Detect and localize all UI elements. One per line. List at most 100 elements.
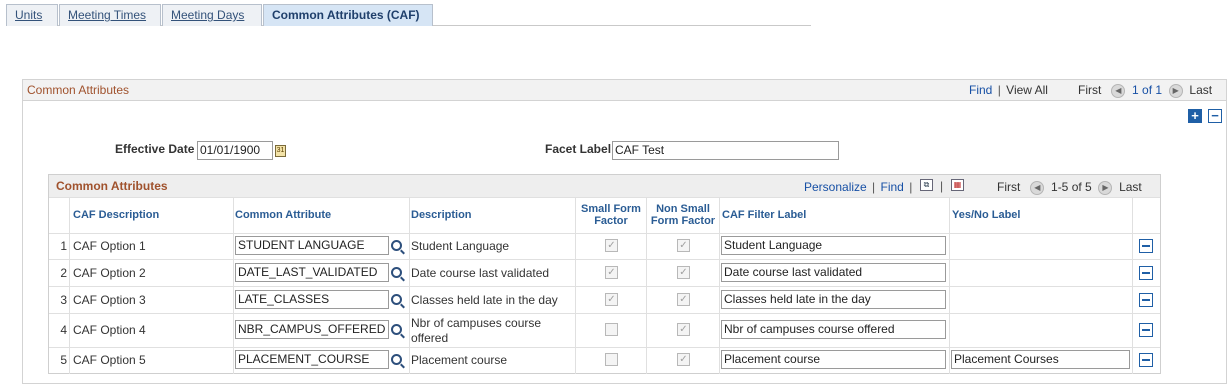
common-attribute-field[interactable]: NBR_CAMPUS_OFFERED xyxy=(235,320,389,339)
outer-view-all-link[interactable]: View All xyxy=(1006,83,1048,97)
non-small-form-factor-checkbox[interactable]: ✓ xyxy=(677,323,690,336)
grid-next-icon[interactable]: ▶ xyxy=(1098,180,1113,195)
small-form-factor-checkbox[interactable]: ✓ xyxy=(605,239,618,252)
non-small-form-factor-checkbox[interactable]: ✓ xyxy=(677,266,690,279)
tab-common-attributes[interactable]: Common Attributes (CAF) xyxy=(263,4,433,26)
col-header-caf-description: CAF Description xyxy=(73,209,160,221)
grid-line xyxy=(646,197,647,374)
grid-separator-1: | xyxy=(872,180,876,194)
grid-line xyxy=(719,197,720,374)
next-icon[interactable]: ▶ xyxy=(1168,83,1183,98)
small-form-factor-checkbox[interactable]: ✓ xyxy=(605,293,618,306)
small-form-factor-checkbox[interactable]: ✓ xyxy=(605,266,618,279)
grid-line xyxy=(49,286,1160,287)
outer-first-label: First xyxy=(1078,83,1102,97)
common-attribute-field[interactable]: DATE_LAST_VALIDATED xyxy=(235,263,389,282)
common-attribute-field[interactable]: LATE_CLASSES xyxy=(235,290,389,309)
delete-row-icon[interactable]: − xyxy=(1208,109,1222,123)
col-header-description: Description xyxy=(411,209,472,221)
caf-description-cell: CAF Option 4 xyxy=(73,323,146,337)
grid-line xyxy=(1132,197,1133,374)
effective-date-label: Effective Date xyxy=(115,142,195,156)
outer-range: 1 of 1 xyxy=(1132,83,1163,97)
facet-label-label: Facet Label xyxy=(545,142,612,156)
lookup-icon[interactable] xyxy=(391,354,402,365)
yes-no-label-field[interactable]: Placement Courses xyxy=(951,350,1130,369)
grid-first-label: First xyxy=(997,180,1021,194)
grid-previous-icon[interactable]: ◀ xyxy=(1030,180,1045,195)
grid-line xyxy=(49,313,1160,314)
grid-header: Common Attributes Personalize | Find | ⧉… xyxy=(49,175,1160,197)
common-attribute-field[interactable]: PLACEMENT_COURSE xyxy=(235,350,389,369)
effective-date-field[interactable]: 01/01/1900 xyxy=(197,141,273,160)
lookup-icon[interactable] xyxy=(391,267,402,278)
facet-label-field[interactable]: CAF Test xyxy=(612,141,839,160)
view-all-grid-icon[interactable]: ⧉ xyxy=(920,179,933,191)
personalize-link[interactable]: Personalize xyxy=(804,180,867,194)
outer-pager: First ◀ 1 of 1 ▶ Last xyxy=(1078,83,1212,98)
grid-last-label: Last xyxy=(1119,180,1142,194)
caf-filter-label-field[interactable]: Date course last validated xyxy=(721,263,946,282)
non-small-form-factor-checkbox[interactable]: ✓ xyxy=(677,353,690,366)
tab-meeting-times[interactable]: Meeting Times xyxy=(59,4,161,26)
add-row-icon[interactable]: + xyxy=(1188,109,1202,123)
row-number: 1 xyxy=(60,239,67,253)
grid-line xyxy=(69,197,70,374)
grid-line xyxy=(233,197,234,374)
grid-separator-2: | xyxy=(909,180,913,194)
calendar-icon[interactable]: 31 xyxy=(275,145,286,157)
grid-line xyxy=(49,259,1160,260)
tab-bar: Units Meeting Times Meeting Days Common … xyxy=(6,4,811,26)
description-cell-line-1: Nbr of campuses course xyxy=(411,316,542,330)
delete-row-icon[interactable] xyxy=(1139,323,1153,337)
grid-line xyxy=(575,197,576,374)
lookup-icon[interactable] xyxy=(391,294,402,305)
download-spreadsheet-icon[interactable]: ▦ xyxy=(951,179,964,191)
grid-line xyxy=(949,197,950,374)
grid-find-link[interactable]: Find xyxy=(881,180,904,194)
outer-nav: Find | View All xyxy=(969,83,1048,97)
col-header-common-attribute: Common Attribute xyxy=(235,209,332,221)
row-number: 2 xyxy=(60,266,67,280)
caf-filter-label-field[interactable]: Placement course xyxy=(721,350,946,369)
delete-row-icon[interactable] xyxy=(1139,353,1153,367)
description-cell: Student Language xyxy=(411,239,510,253)
previous-icon[interactable]: ◀ xyxy=(1111,83,1126,98)
non-small-form-factor-checkbox[interactable]: ✓ xyxy=(677,293,690,306)
caf-description-cell: CAF Option 1 xyxy=(73,239,146,253)
lookup-icon[interactable] xyxy=(391,240,402,251)
delete-row-icon[interactable] xyxy=(1139,239,1153,253)
row-number: 4 xyxy=(60,323,67,337)
outer-last-label: Last xyxy=(1189,83,1213,97)
common-attribute-field[interactable]: STUDENT LANGUAGE xyxy=(235,236,389,255)
col-header-yes-no-label: Yes/No Label xyxy=(952,209,1021,221)
caf-filter-label-field[interactable]: Nbr of campuses course offered xyxy=(721,320,946,339)
outer-find-link[interactable]: Find xyxy=(969,83,992,97)
delete-row-icon[interactable] xyxy=(1139,266,1153,280)
grid-range: 1-5 of 5 xyxy=(1051,180,1092,194)
caf-filter-label-field[interactable]: Student Language xyxy=(721,236,946,255)
caf-description-cell: CAF Option 5 xyxy=(73,353,146,367)
caf-filter-label-field[interactable]: Classes held late in the day xyxy=(721,290,946,309)
grid-line xyxy=(409,197,410,374)
grid-line xyxy=(49,233,1160,234)
grid-pager: First ◀ 1-5 of 5 ▶ Last xyxy=(997,180,1142,195)
grid-line xyxy=(49,347,1160,348)
tab-meeting-days[interactable]: Meeting Days xyxy=(162,4,262,26)
grid-line xyxy=(49,197,1160,198)
small-form-factor-checkbox[interactable] xyxy=(605,323,618,336)
col-header-caf-filter-label: CAF Filter Label xyxy=(722,209,807,221)
row-number: 5 xyxy=(60,353,67,367)
outer-separator: | xyxy=(997,83,1001,97)
group-header: Common Attributes Find | View All First … xyxy=(23,80,1226,101)
small-form-factor-checkbox[interactable] xyxy=(605,353,618,366)
tab-units[interactable]: Units xyxy=(6,4,58,26)
lookup-icon[interactable] xyxy=(391,324,402,335)
grid-title: Common Attributes xyxy=(56,179,168,193)
description-cell-line-2: offered xyxy=(411,331,449,345)
non-small-form-factor-checkbox[interactable]: ✓ xyxy=(677,239,690,252)
caf-description-cell: CAF Option 3 xyxy=(73,293,146,307)
caf-description-cell: CAF Option 2 xyxy=(73,266,146,280)
grid-separator-3: | xyxy=(940,179,944,193)
delete-row-icon[interactable] xyxy=(1139,293,1153,307)
